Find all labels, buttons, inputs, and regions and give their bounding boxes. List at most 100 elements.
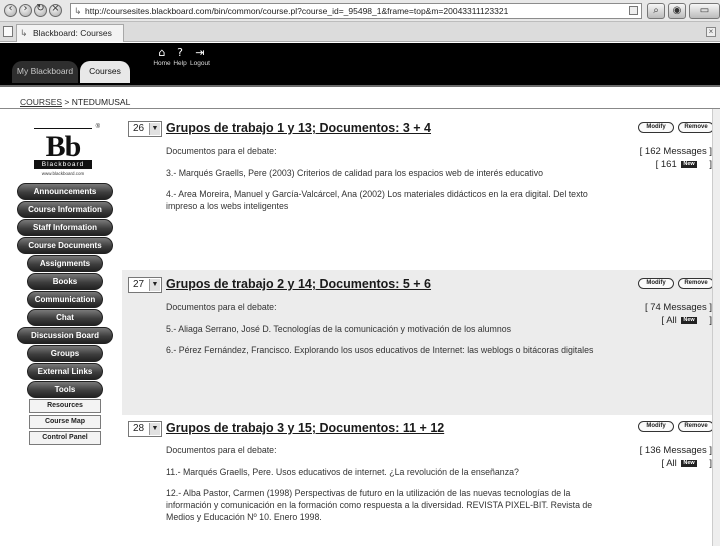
forum-paragraph: 6.- Pérez Fernández, Francisco. Exploran…: [166, 345, 594, 355]
stop-icon[interactable]: ×: [49, 3, 62, 17]
browser-toolbar: ‹ › ↻ × ↳ http://coursesites.blackboard.…: [0, 0, 720, 22]
menu-course-documents[interactable]: Course Documents: [17, 237, 113, 254]
menu-control-panel[interactable]: Control Panel: [29, 431, 101, 445]
tab-blackboard-courses[interactable]: ↳ Blackboard: Courses: [16, 24, 124, 42]
menu-tools[interactable]: Tools: [27, 381, 103, 398]
remove-button[interactable]: Remove: [678, 122, 714, 133]
forum-description: Documentos para el debate: 11.- Marqués …: [166, 444, 606, 532]
new-count: [ 161: [655, 159, 677, 170]
order-select[interactable]: 28 ▼: [128, 421, 162, 437]
tab-bar: ↳ Blackboard: Courses ×: [0, 22, 720, 42]
back-icon[interactable]: ‹: [4, 3, 17, 17]
menu-staff-information[interactable]: Staff Information: [17, 219, 113, 236]
menu-announcements[interactable]: Announcements: [17, 183, 113, 200]
forum-description: Documentos para el debate: 3.- Marqués G…: [166, 145, 606, 221]
forum-title-link[interactable]: Grupos de trabajo 2 y 14; Documentos: 5 …: [166, 277, 431, 291]
reload-icon[interactable]: ↻: [34, 3, 47, 17]
dropdown-arrow-icon: ▼: [149, 279, 160, 291]
breadcrumb-courses-link[interactable]: COURSES: [20, 97, 62, 107]
help-label: Help: [173, 60, 187, 67]
address-bar[interactable]: ↳ http://coursesites.blackboard.com/bin/…: [70, 3, 642, 19]
forum-title-link[interactable]: Grupos de trabajo 3 y 15; Documentos: 11…: [166, 421, 444, 435]
menu-communication[interactable]: Communication: [27, 291, 103, 308]
order-value: 26: [133, 123, 145, 134]
window-controls-icon[interactable]: ▭: [689, 3, 720, 19]
modify-button[interactable]: Modify: [638, 421, 674, 432]
globe-icon[interactable]: ◉: [668, 3, 686, 19]
menu-external-links[interactable]: External Links: [27, 363, 103, 380]
bookmark-icon[interactable]: [629, 6, 638, 15]
remove-button[interactable]: Remove: [678, 278, 714, 289]
menu-resources[interactable]: Resources: [29, 399, 101, 413]
logout-label: Logout: [190, 60, 210, 67]
header-divider: [0, 85, 720, 87]
search-icon[interactable]: ⌕: [647, 3, 665, 19]
breadcrumb-separator: >: [64, 97, 70, 107]
forum-item: 26 ▼ Grupos de trabajo 1 y 13; Documento…: [122, 115, 720, 263]
help-link[interactable]: ? Help: [170, 46, 190, 68]
close-tab-icon[interactable]: ×: [706, 27, 716, 37]
new-badge: New: [681, 459, 697, 467]
forum-intro: Documentos para el debate:: [166, 146, 277, 156]
messages-link[interactable]: [ 136 Messages ]: [612, 444, 712, 457]
logo-rule: [34, 128, 92, 129]
logo-wordmark: Blackboard: [34, 160, 92, 169]
breadcrumb-current: NTEDUMUSAL: [71, 97, 131, 107]
home-link[interactable]: ⌂ Home: [152, 46, 172, 68]
forum-item: 27 ▼ Grupos de trabajo 2 y 14; Documento…: [122, 270, 720, 415]
order-value: 27: [133, 279, 145, 290]
menu-groups[interactable]: Groups: [27, 345, 103, 362]
tab-courses[interactable]: Courses: [80, 61, 130, 83]
page-icon: [3, 26, 13, 37]
order-select[interactable]: 27 ▼: [128, 277, 162, 293]
new-count: [ All: [661, 458, 677, 469]
logo-mark: Bb: [45, 130, 82, 163]
home-label: Home: [153, 60, 171, 67]
home-icon: ⌂: [158, 46, 166, 59]
modify-button[interactable]: Modify: [638, 122, 674, 133]
new-badge: New: [681, 160, 697, 168]
address-text: http://coursesites.blackboard.com/bin/co…: [85, 6, 509, 16]
dropdown-arrow-icon: ▼: [149, 423, 160, 435]
message-counts: [ 162 Messages ] [ 161 New ]: [612, 145, 712, 171]
messages-link[interactable]: [ 162 Messages ]: [612, 145, 712, 158]
forum-paragraph: 11.- Marqués Graells, Pere. Usos educati…: [166, 467, 519, 477]
order-value: 28: [133, 423, 145, 434]
forum-intro: Documentos para el debate:: [166, 445, 277, 455]
tab-title: Blackboard: Courses: [33, 28, 112, 38]
new-badge: New: [681, 316, 697, 324]
menu-course-information[interactable]: Course Information: [17, 201, 113, 218]
forum-paragraph: 12.- Alba Pastor, Carmen (1998) Perspect…: [166, 488, 593, 522]
blackboard-header: My Blackboard Courses ⌂ Home ? Help ⇥ Lo…: [0, 43, 720, 85]
forum-intro: Documentos para el debate:: [166, 302, 277, 312]
messages-link[interactable]: [ 74 Messages ]: [612, 301, 712, 314]
menu-discussion-board[interactable]: Discussion Board: [17, 327, 113, 344]
message-counts: [ 74 Messages ] [ All New ]: [612, 301, 712, 327]
new-messages-link[interactable]: [ All New ]: [612, 457, 712, 470]
help-icon: ?: [177, 46, 183, 59]
remove-button[interactable]: Remove: [678, 421, 714, 432]
dropdown-arrow-icon: ▼: [149, 123, 160, 135]
order-select[interactable]: 26 ▼: [128, 121, 162, 137]
menu-assignments[interactable]: Assignments: [27, 255, 103, 272]
forum-title-link[interactable]: Grupos de trabajo 1 y 13; Documentos: 3 …: [166, 121, 431, 135]
menu-books[interactable]: Books: [27, 273, 103, 290]
modify-button[interactable]: Modify: [638, 278, 674, 289]
vertical-scrollbar[interactable]: [712, 109, 720, 546]
breadcrumb-divider: [0, 108, 720, 109]
logo-registered-mark: ®: [95, 124, 100, 130]
forward-icon[interactable]: ›: [19, 3, 32, 17]
new-messages-link[interactable]: [ All New ]: [612, 314, 712, 327]
forum-item: 28 ▼ Grupos de trabajo 3 y 15; Documento…: [122, 415, 720, 546]
tab-my-blackboard[interactable]: My Blackboard: [12, 61, 78, 83]
message-counts: [ 136 Messages ] [ All New ]: [612, 444, 712, 470]
forum-description: Documentos para el debate: 5.- Aliaga Se…: [166, 301, 606, 365]
favicon-icon: ↳: [20, 28, 28, 38]
logout-icon: ⇥: [195, 46, 205, 59]
logout-link[interactable]: ⇥ Logout: [190, 46, 210, 68]
breadcrumb: COURSES > NTEDUMUSAL: [20, 97, 130, 107]
forum-paragraph: 4.- Area Moreira, Manuel y García-Valcár…: [166, 189, 588, 211]
new-messages-link[interactable]: [ 161 New ]: [612, 158, 712, 171]
menu-chat[interactable]: Chat: [27, 309, 103, 326]
menu-course-map[interactable]: Course Map: [29, 415, 101, 429]
